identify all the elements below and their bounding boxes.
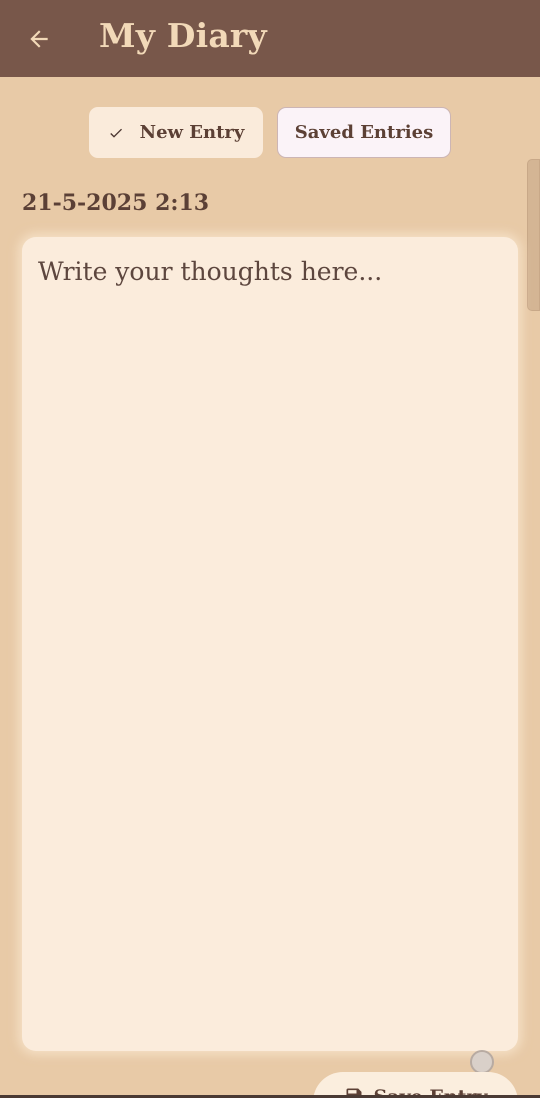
check-icon [109, 128, 122, 138]
drag-handle[interactable] [470, 1050, 494, 1074]
tab-new-entry-label: New Entry [139, 122, 245, 143]
tab-saved-entries-label: Saved Entries [294, 122, 434, 143]
entry-timestamp: 21-5-2025 2:13 [22, 190, 210, 216]
tab-saved-entries[interactable]: Saved Entries [277, 107, 451, 158]
diary-screen: My Diary New Entry Saved Entries 21-5-20… [0, 0, 540, 1098]
back-button[interactable] [20, 20, 58, 58]
segmented-tabs: New Entry Saved Entries [89, 107, 451, 158]
scrollbar[interactable] [527, 159, 540, 311]
app-bar: My Diary [0, 0, 540, 77]
entry-card [22, 237, 518, 1051]
entry-textarea[interactable] [22, 237, 518, 1051]
arrow-left-icon [30, 30, 48, 48]
tab-new-entry[interactable]: New Entry [89, 107, 263, 158]
page-title: My Diary [99, 16, 267, 55]
